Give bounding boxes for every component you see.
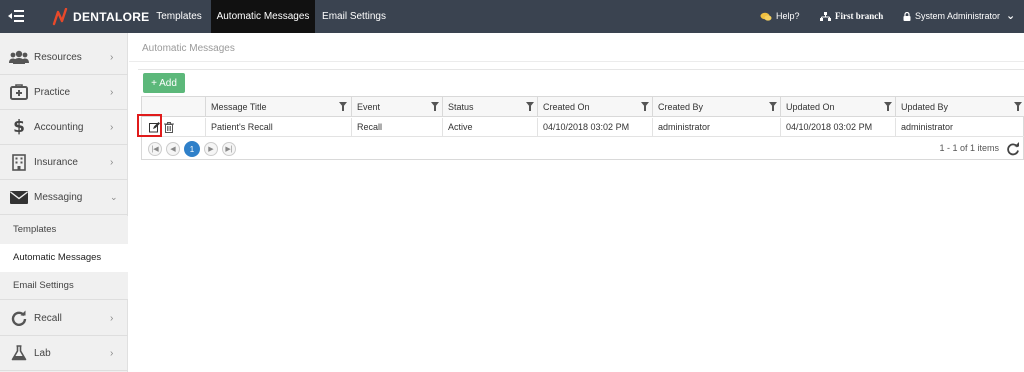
add-button[interactable]: + Add xyxy=(143,73,185,93)
refresh-icon xyxy=(9,309,29,327)
cell-created-on: 04/10/2018 03:02 PM xyxy=(537,118,652,137)
app-logo[interactable]: DENTALORE xyxy=(52,7,149,27)
cell-status: Active xyxy=(442,118,537,137)
chevron-right-icon: › xyxy=(110,86,114,98)
logo-icon xyxy=(52,8,68,26)
column-header-updated-by[interactable]: Updated By xyxy=(895,97,1024,117)
tab-email-settings[interactable]: Email Settings xyxy=(315,0,393,33)
sidebar-item-insurance[interactable]: Insurance › xyxy=(0,145,128,180)
column-header-updated-on[interactable]: Updated On xyxy=(780,97,895,117)
filter-icon[interactable] xyxy=(1014,102,1022,111)
tab-automatic-messages[interactable]: Automatic Messages xyxy=(211,0,315,33)
branch-selector[interactable]: First branch xyxy=(820,0,883,33)
chevron-right-icon: › xyxy=(110,51,114,63)
chevron-down-icon: ⌄ xyxy=(1006,10,1016,22)
column-header-label: Message Title xyxy=(211,102,267,112)
cell-updated-on: 04/10/2018 03:02 PM xyxy=(780,118,895,137)
next-page-icon[interactable]: ▶ xyxy=(204,142,218,156)
filter-icon[interactable] xyxy=(526,102,534,111)
chevron-down-icon: ⌄ xyxy=(110,191,118,202)
column-header-label: Event xyxy=(357,102,381,112)
filter-icon[interactable] xyxy=(339,102,347,111)
first-page-icon[interactable]: |◀ xyxy=(148,142,162,156)
menu-toggle-icon[interactable] xyxy=(8,9,30,23)
filter-icon[interactable] xyxy=(641,102,649,111)
chevron-right-icon: › xyxy=(110,312,114,324)
sidebar-item-label: Accounting xyxy=(34,121,84,133)
page-title: Automatic Messages xyxy=(142,43,235,54)
building-icon xyxy=(9,153,29,171)
sidebar-item-practice[interactable]: Practice › xyxy=(0,75,128,110)
sidebar-item-label: Resources xyxy=(34,51,82,63)
sidebar-item-label: Recall xyxy=(34,312,62,324)
app-name: DENTALORE xyxy=(73,10,150,24)
help-link[interactable]: Help? xyxy=(760,0,800,33)
highlight-box xyxy=(137,114,162,137)
flask-icon xyxy=(9,344,29,362)
help-label: Help? xyxy=(776,11,800,21)
messages-grid: Message Title Event Status Created On Cr… xyxy=(141,96,1024,160)
filter-icon[interactable] xyxy=(769,102,777,111)
column-header-status[interactable]: Status xyxy=(442,97,537,117)
main-content: Automatic Messages + Add Message Title E… xyxy=(129,33,1024,372)
sidebar-item-lab[interactable]: Lab › xyxy=(0,336,128,371)
trash-icon[interactable] xyxy=(164,121,174,133)
column-header-label: Updated By xyxy=(901,102,949,112)
filter-icon[interactable] xyxy=(431,102,439,111)
cell-message-title: Patient's Recall xyxy=(205,118,351,137)
page-number-button[interactable]: 1 xyxy=(184,141,200,157)
sidebar-item-label: Insurance xyxy=(34,156,78,168)
chevron-right-icon: › xyxy=(110,121,114,133)
users-icon xyxy=(9,48,29,66)
sidebar-item-messaging[interactable]: Messaging ⌄ xyxy=(0,180,128,215)
sidebar-item-label: Practice xyxy=(34,86,71,98)
pager-info: 1 - 1 of 1 items xyxy=(939,143,999,153)
tab-templates[interactable]: Templates xyxy=(147,0,211,33)
user-menu[interactable]: System Administrator ⌄ xyxy=(903,0,1015,33)
pager: |◀ ◀ 1 ▶ ▶| 1 - 1 of 1 items xyxy=(142,138,1024,160)
chevron-right-icon: › xyxy=(110,347,114,359)
last-page-icon[interactable]: ▶| xyxy=(222,142,236,156)
branch-label: First branch xyxy=(835,11,884,21)
sidebar: Resources › Practice › $ Accounting › In… xyxy=(0,33,128,372)
sidebar-item-resources[interactable]: Resources › xyxy=(0,40,128,75)
prev-page-icon[interactable]: ◀ xyxy=(166,142,180,156)
chevron-right-icon: › xyxy=(110,156,114,168)
divider xyxy=(129,61,1024,62)
column-header-created-on[interactable]: Created On xyxy=(537,97,652,117)
sidebar-item-accounting[interactable]: $ Accounting › xyxy=(0,110,128,145)
table-row[interactable]: Patient's Recall Recall Active 04/10/201… xyxy=(142,118,1024,137)
grid-header: Message Title Event Status Created On Cr… xyxy=(142,97,1024,117)
envelope-icon xyxy=(9,188,29,206)
medkit-icon xyxy=(9,83,29,101)
dollar-icon: $ xyxy=(13,117,25,137)
cell-updated-by: administrator xyxy=(895,118,1024,137)
sidebar-item-label: Lab xyxy=(34,347,51,359)
cell-event: Recall xyxy=(351,118,442,137)
refresh-icon[interactable] xyxy=(1006,142,1020,156)
sidebar-subitem-automatic-messages[interactable]: Automatic Messages xyxy=(0,244,128,272)
column-header-label: Created On xyxy=(543,102,590,112)
sidebar-subitem-email-settings[interactable]: Email Settings xyxy=(0,272,128,300)
sidebar-item-recall[interactable]: Recall › xyxy=(0,301,128,336)
filter-icon[interactable] xyxy=(884,102,892,111)
chat-icon xyxy=(760,12,772,21)
lock-icon xyxy=(903,12,911,21)
column-header-created-by[interactable]: Created By xyxy=(652,97,780,117)
column-header-label: Created By xyxy=(658,102,704,112)
column-header-event[interactable]: Event xyxy=(351,97,442,117)
column-header-message-title[interactable]: Message Title xyxy=(205,97,351,117)
user-name: System Administrator xyxy=(915,11,1001,21)
sidebar-item-label: Messaging xyxy=(34,191,83,203)
column-header-label: Updated On xyxy=(786,102,835,112)
cell-created-by: administrator xyxy=(652,118,780,137)
top-navbar: DENTALORE Templates Automatic Messages E… xyxy=(0,0,1024,33)
sidebar-subitem-templates[interactable]: Templates xyxy=(0,216,128,244)
column-header-label: Status xyxy=(448,102,474,112)
sitemap-icon xyxy=(820,12,831,21)
